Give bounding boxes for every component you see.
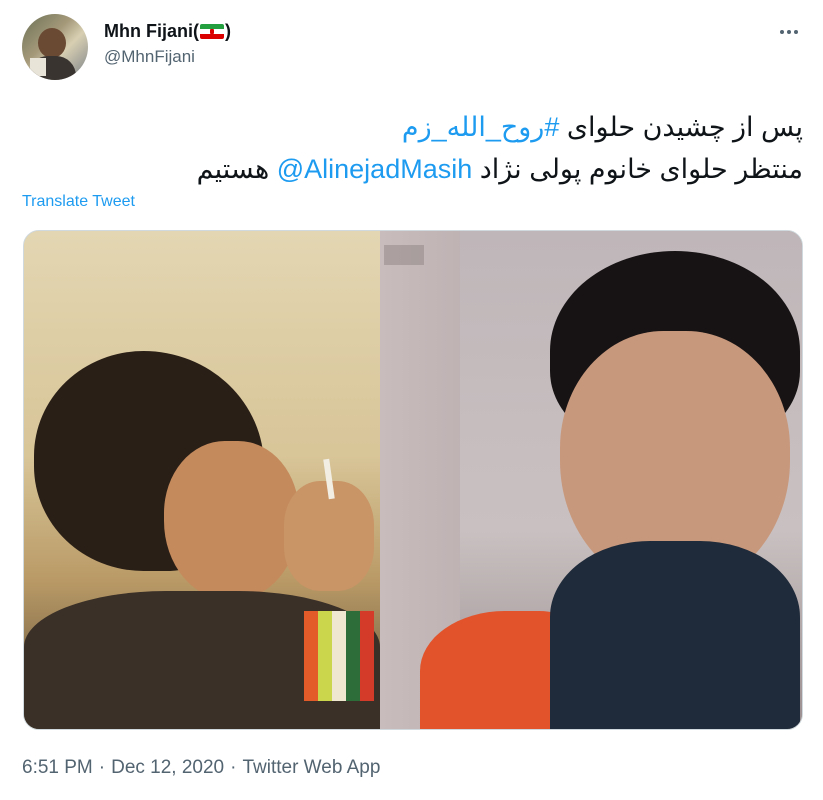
- photo-detail: [384, 245, 424, 265]
- display-name-text: Mhn Fijani(: [104, 21, 199, 41]
- meta-separator: ·: [98, 757, 106, 778]
- tweet-time[interactable]: 6:51 PM: [22, 757, 93, 778]
- tweet-text-line-2: منتظر حلوای خانوم پولی نژاد @AlinejadMas…: [43, 148, 803, 190]
- tweet-media[interactable]: [23, 230, 803, 730]
- tweet-text-segment: هستیم: [196, 154, 270, 184]
- avatar-poster: [30, 58, 46, 76]
- hashtag-link[interactable]: #روح_الله_زم: [402, 112, 559, 142]
- photo-detail: [304, 611, 374, 701]
- tweet-card: Mhn Fijani( ) @MhnFijani پس از چشیدن حلو…: [0, 0, 823, 800]
- tweet-text-line-1: پس از چشیدن حلوای #روح_الله_زم: [43, 106, 803, 148]
- tweet-text-segment: پس از چشیدن حلوای: [566, 112, 803, 142]
- photo-detail: [164, 441, 299, 601]
- meta-separator: ·: [230, 757, 237, 778]
- iran-flag-icon: [199, 23, 224, 39]
- photo-detail: [550, 541, 800, 729]
- media-photo-left[interactable]: [24, 231, 380, 729]
- translate-tweet-link[interactable]: Translate Tweet: [22, 193, 135, 211]
- display-name-suffix: ): [224, 21, 231, 41]
- more-options-icon[interactable]: [772, 22, 806, 42]
- tweet-meta: 6:51 PM · Dec 12, 2020 · Twitter Web App: [22, 755, 380, 781]
- tweet-text-segment: منتظر حلوای خانوم پولی نژاد: [479, 154, 803, 184]
- avatar-face: [38, 28, 66, 58]
- tweet-text: پس از چشیدن حلوای #روح_الله_زم منتظر حلو…: [43, 106, 803, 190]
- author-display-name[interactable]: Mhn Fijani( ): [104, 18, 231, 44]
- tweet-date[interactable]: Dec 12, 2020: [111, 757, 224, 778]
- media-photo-right[interactable]: [380, 231, 802, 729]
- mention-link[interactable]: @AlinejadMasih: [277, 154, 473, 184]
- tweet-source[interactable]: Twitter Web App: [242, 757, 380, 778]
- author-avatar[interactable]: [22, 14, 88, 80]
- author-handle[interactable]: @MhnFijani: [104, 45, 231, 69]
- author-names: Mhn Fijani( ) @MhnFijani: [104, 18, 231, 69]
